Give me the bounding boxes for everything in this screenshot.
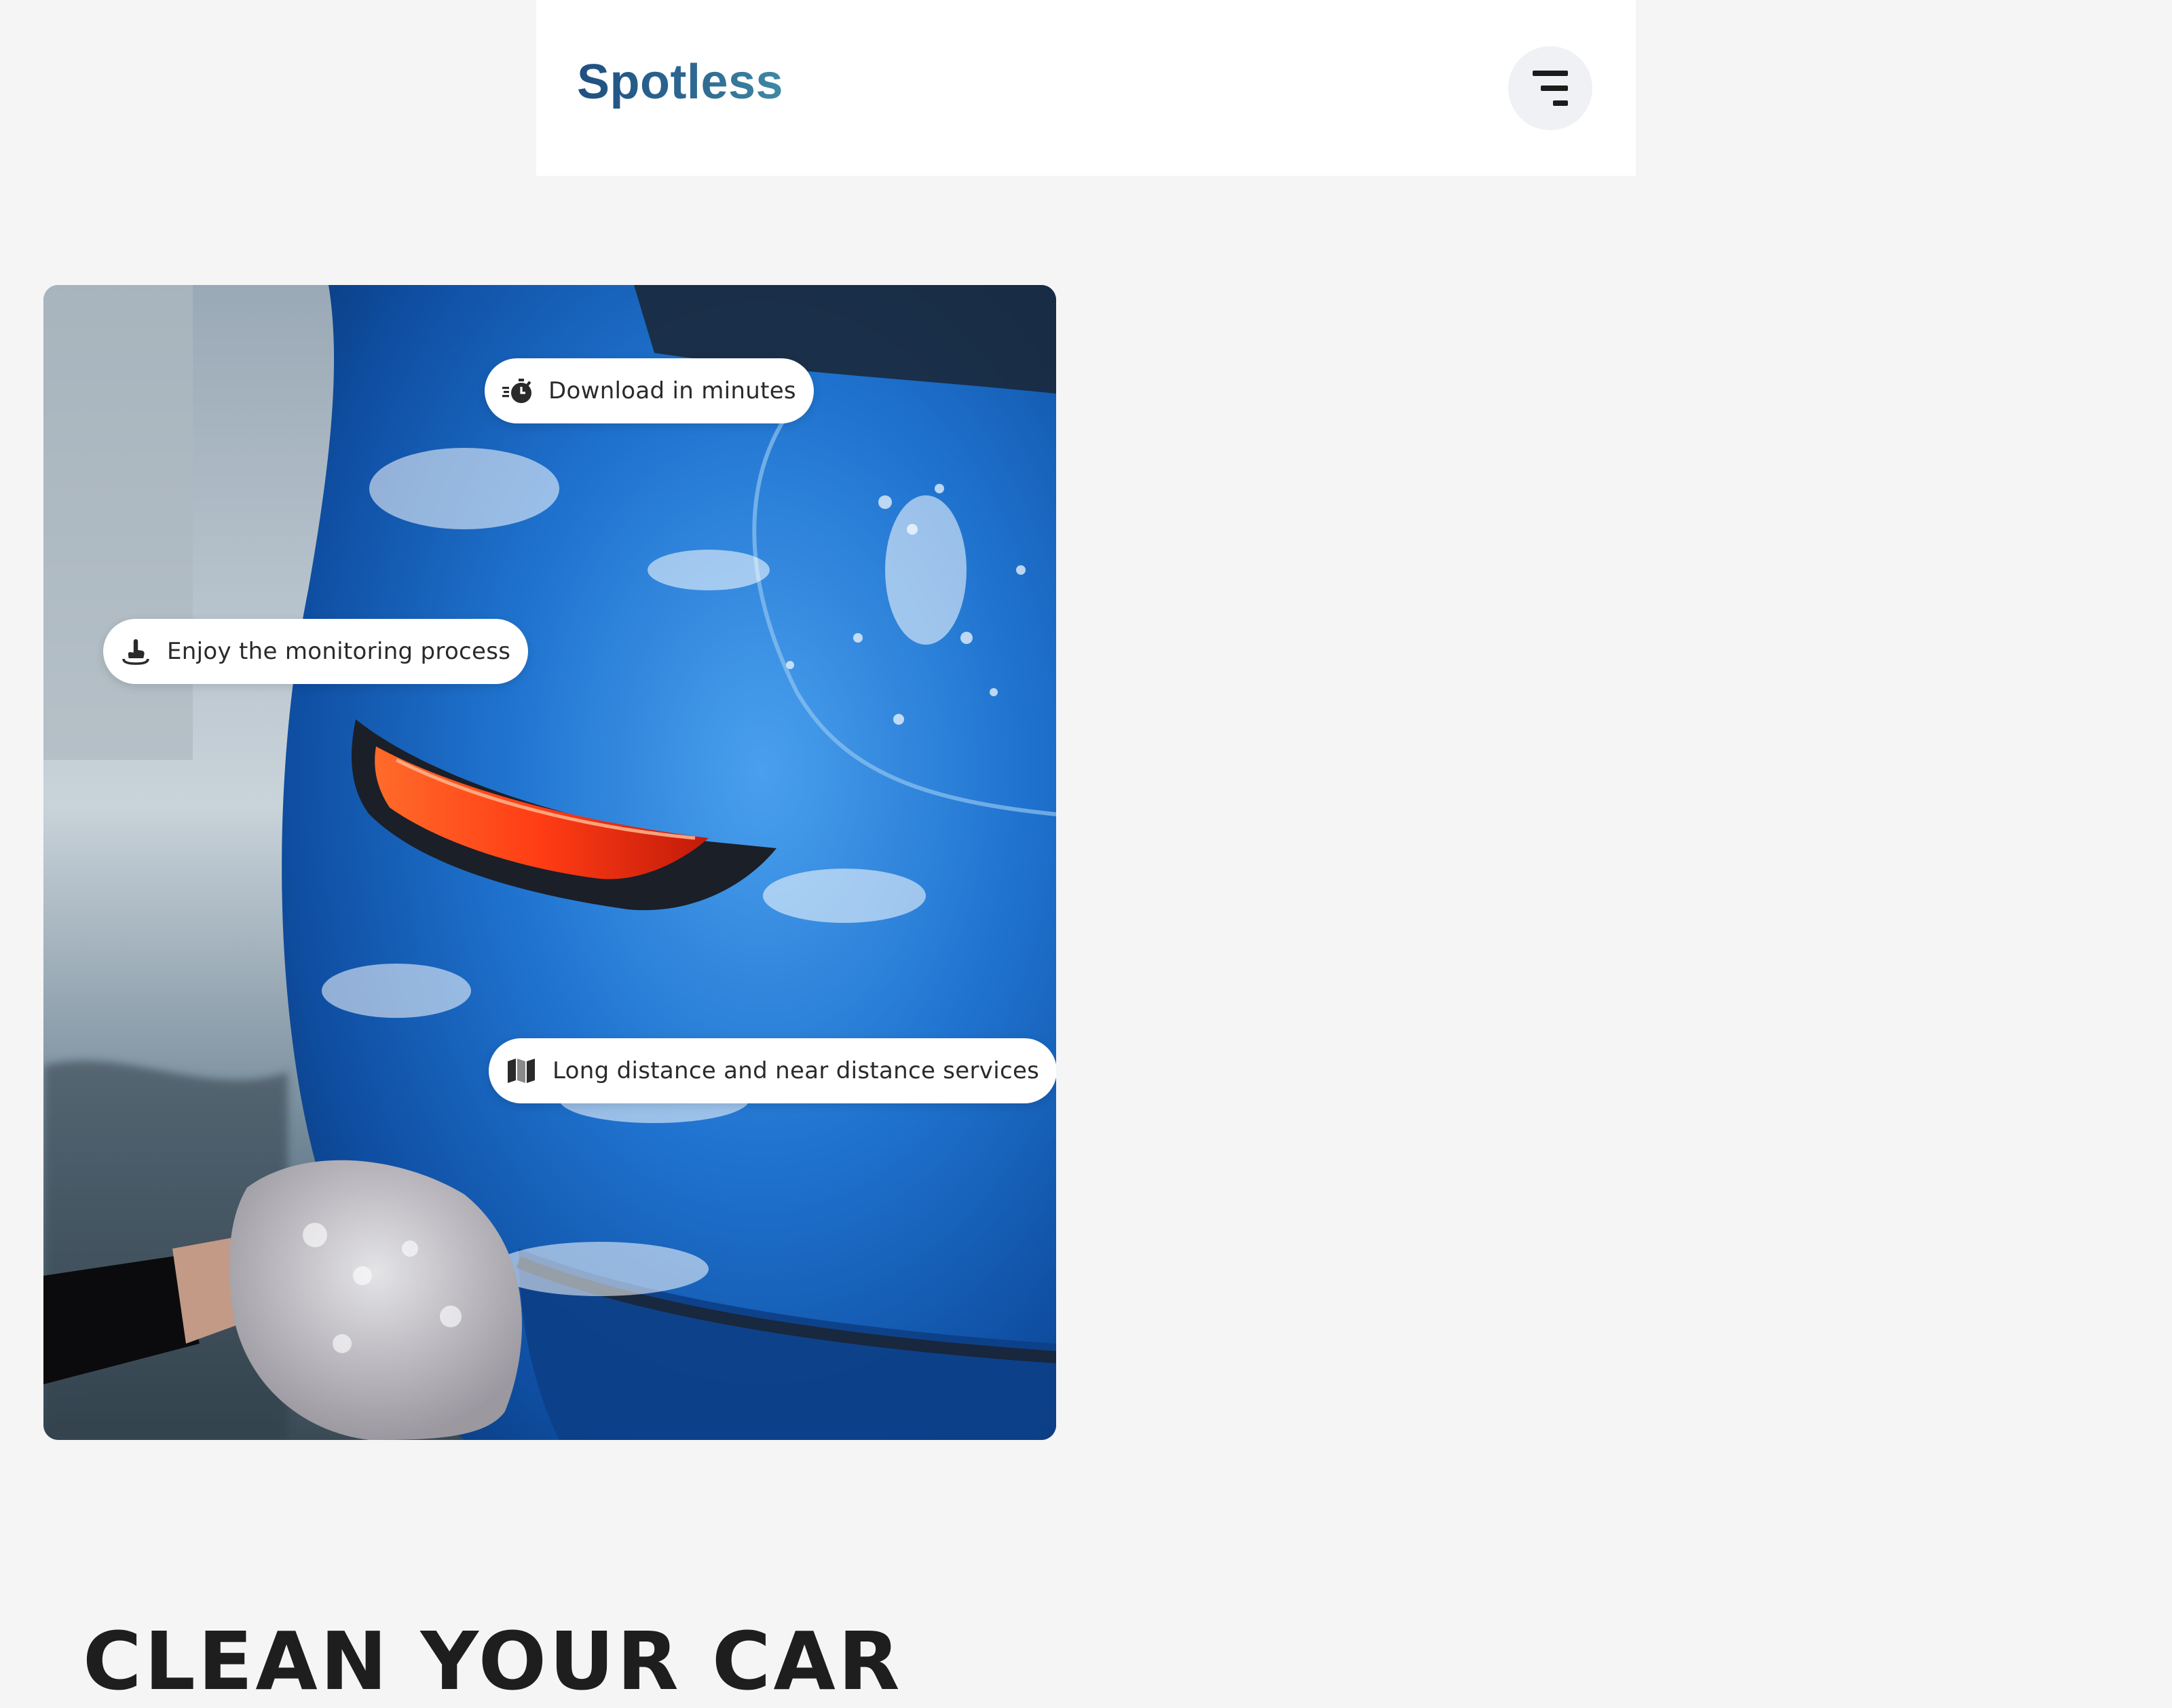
hamburger-menu-icon-bar: [1541, 86, 1568, 91]
map-icon: [508, 1059, 535, 1083]
site-header: Spotless: [536, 0, 1636, 176]
pill-download-in-minutes[interactable]: Download in minutes: [485, 358, 814, 423]
pill-label: Enjoy the monitoring process: [167, 638, 511, 665]
stopwatch-icon: [502, 379, 531, 403]
pill-label: Long distance and near distance services: [553, 1057, 1040, 1084]
pill-label: Download in minutes: [548, 377, 796, 404]
page-headline: CLEAN YOUR CAR: [83, 1614, 903, 1708]
car-wash-photo: [43, 285, 1056, 1440]
pill-monitoring-process[interactable]: Enjoy the monitoring process: [103, 619, 529, 684]
touch-hand-icon: [122, 639, 149, 665]
brand-logo[interactable]: Spotless: [577, 54, 783, 110]
hero-image: Download in minutes Enjoy the monitoring…: [43, 285, 1056, 1440]
hamburger-menu-icon: [1533, 71, 1568, 76]
menu-button[interactable]: [1508, 46, 1592, 130]
hamburger-menu-icon-bar: [1553, 100, 1568, 106]
pill-distance-services[interactable]: Long distance and near distance services: [489, 1038, 1056, 1103]
